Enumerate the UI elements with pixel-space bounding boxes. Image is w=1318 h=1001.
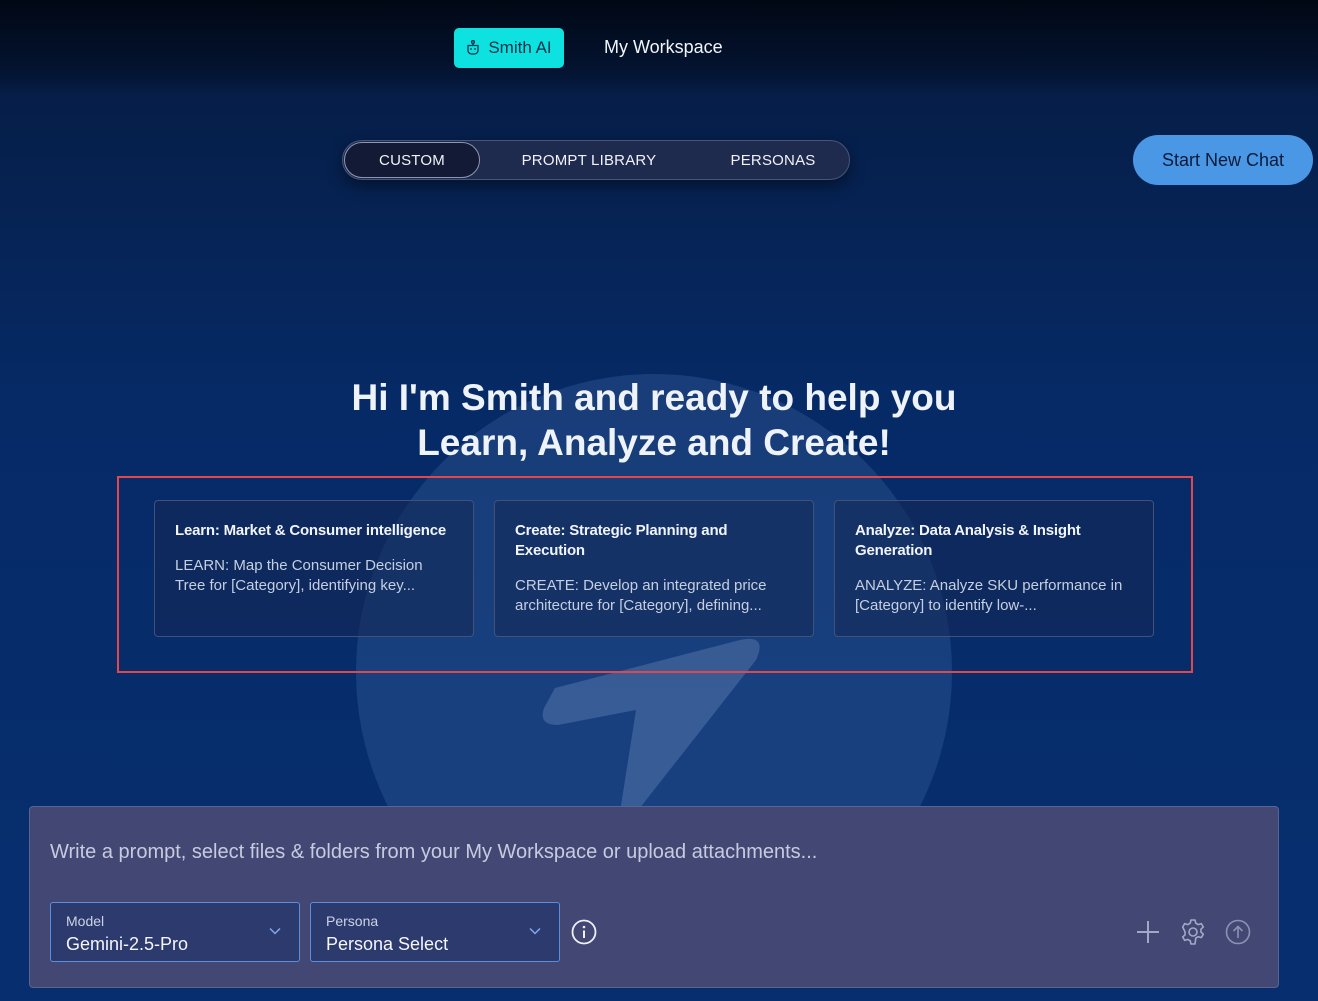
tab-prompt-library[interactable]: PROMPT LIBRARY [503,141,675,179]
card-title: Learn: Market & Consumer intelligence [175,522,447,539]
prompt-composer: Write a prompt, select files & folders f… [29,806,1279,988]
card-description: ANALYZE: Analyze SKU performance in [Cat… [855,577,1123,614]
settings-gear-icon[interactable] [1179,918,1207,946]
nav-smith-ai[interactable]: Smith AI [454,28,564,68]
suggestion-card-analyze[interactable]: Analyze: Data Analysis & Insight Generat… [834,500,1154,637]
greeting-headline: Hi I'm Smith and ready to help you Learn… [0,375,1308,465]
prompt-input[interactable]: Write a prompt, select files & folders f… [50,841,817,864]
prompt-mode-tabs: CUSTOM PROMPT LIBRARY PERSONAS [342,140,850,180]
card-title: Create: Strategic Planning and Execution [515,522,728,559]
add-attachment-icon[interactable] [1135,919,1161,945]
tab-custom[interactable]: CUSTOM [344,142,480,178]
info-icon[interactable] [571,919,597,945]
card-description: LEARN: Map the Consumer Decision Tree fo… [175,557,423,594]
chevron-down-icon [529,927,541,935]
model-select[interactable]: Model Gemini-2.5-Pro [50,902,300,962]
persona-select[interactable]: Persona Persona Select [310,902,560,962]
greeting-line-2: Learn, Analyze and Create! [417,422,891,463]
persona-select-value: Persona Select [326,934,449,954]
send-arrow-up-icon[interactable] [1225,919,1251,945]
model-select-label: Model [66,913,105,929]
card-description: CREATE: Develop an integrated price arch… [515,577,767,614]
chevron-down-icon [269,927,281,935]
card-title: Analyze: Data Analysis & Insight Generat… [855,522,1081,559]
robot-icon [467,40,479,55]
model-select-value: Gemini-2.5-Pro [66,934,189,954]
persona-select-label: Persona [326,913,379,929]
start-new-chat-button[interactable]: Start New Chat [1133,135,1313,185]
suggestion-card-create[interactable]: Create: Strategic Planning and Execution… [494,500,814,637]
nav-smith-ai-label: Smith AI [488,38,552,57]
nav-my-workspace[interactable]: My Workspace [604,37,723,58]
tab-personas[interactable]: PERSONAS [693,141,853,179]
greeting-line-1: Hi I'm Smith and ready to help you [351,377,957,418]
suggestion-card-learn[interactable]: Learn: Market & Consumer intelligence LE… [154,500,474,637]
